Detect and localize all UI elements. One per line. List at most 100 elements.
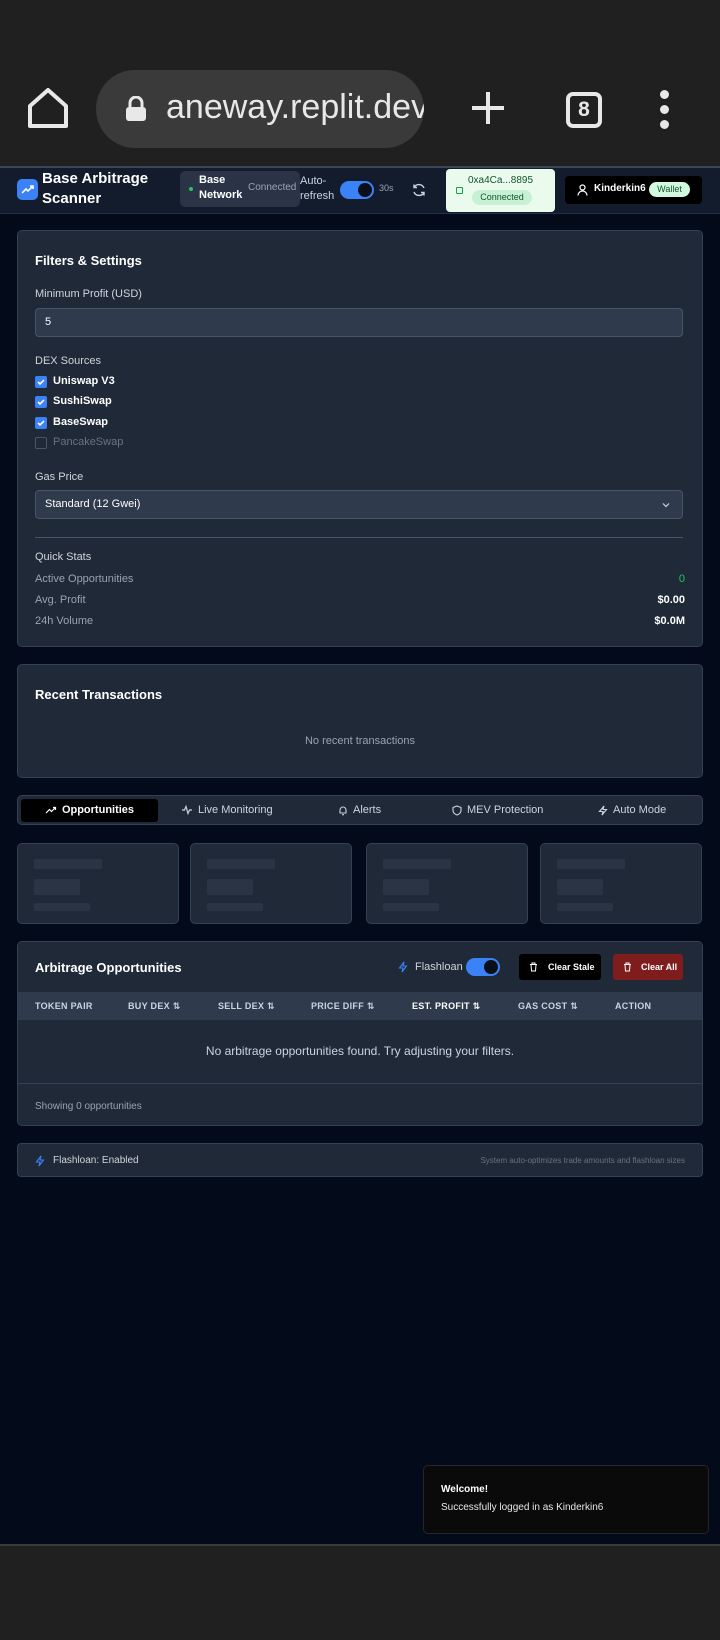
system-navigation-bar [0,1544,720,1640]
wallet-address: 0xa4Ca...8895 [468,175,534,186]
showing-count: Showing 0 opportunities [35,1101,142,1112]
column-token-pair: TOKEN PAIR [35,1001,93,1011]
browser-toolbar: aneway.replit.dev 8 [0,0,720,166]
tab-auto-mode[interactable]: Auto Mode [598,799,666,822]
tab-label: Alerts [353,804,382,816]
min-profit-input[interactable]: 5 [35,308,683,337]
username: Kinderkin6 [594,183,646,194]
clear-stale-button[interactable]: Clear Stale [519,954,601,980]
opportunities-card: Arbitrage Opportunities Flashloan Clear … [17,941,703,1126]
stat-label: Avg. Profit [35,594,86,606]
footer-note: System auto-optimizes trade amounts and … [480,1156,685,1165]
app-header: Base Arbitrage Scanner Base Network Conn… [0,166,720,214]
stat-label: 24h Volume [35,615,94,627]
toast-title: Welcome! [441,1484,489,1495]
column-action: ACTION [615,1001,652,1011]
dex-label: Uniswap V3 [53,375,115,387]
lock-icon [126,96,146,121]
clear-all-button[interactable]: Clear All [613,954,683,980]
gas-price-select[interactable]: Standard (12 Gwei) [35,490,683,519]
flashloan-label: Flashloan [415,961,463,973]
address-bar[interactable]: aneway.replit.dev [96,70,424,148]
network-name: Base Network [199,174,243,201]
auto-refresh-toggle[interactable] [340,181,374,199]
dex-label: SushiSwap [53,395,112,407]
volume-value: $0.0M [654,615,685,627]
toast-message: Successfully logged in as Kinderkin6 [441,1502,604,1513]
zap-icon [398,961,408,973]
quick-stats-title: Quick Stats [35,551,92,563]
dex-label: BaseSwap [53,416,109,428]
opportunities-title: Arbitrage Opportunities [35,960,182,975]
column-buy-dex[interactable]: BUY DEX ⇅ [128,1001,181,1012]
tab-mev-protection[interactable]: MEV Protection [452,799,543,822]
recent-transactions-card: Recent Transactions No recent transactio… [17,664,703,778]
trash-icon [624,962,631,972]
trash-icon [530,962,537,972]
clear-stale-label: Clear Stale [548,962,595,972]
divider [35,537,683,538]
refresh-interval: 30s [379,183,394,193]
tab-bar: Opportunities Live Monitoring Alerts MEV… [17,795,703,825]
clear-all-label: Clear All [641,962,678,972]
avg-profit-value: $0.00 [657,594,685,606]
more-menu-icon[interactable] [656,90,672,130]
gas-price-label: Gas Price [35,471,84,483]
checkbox-checked[interactable] [35,376,47,388]
network-status-pill: Base Network Connected [180,171,300,207]
column-gas-cost[interactable]: GAS COST ⇅ [518,1001,578,1012]
gas-price-value: Standard (12 Gwei) [45,498,141,510]
flashloan-toggle[interactable] [466,958,500,976]
network-status: Connected [248,182,297,193]
column-price-diff[interactable]: PRICE DIFF ⇅ [311,1001,375,1012]
checkbox-unchecked[interactable] [35,437,47,449]
stat-card-skeleton [366,843,528,924]
chevron-down-icon [662,503,670,508]
min-profit-label: Minimum Profit (USD) [35,288,142,300]
zap-icon [598,805,608,815]
tab-label: Opportunities [61,804,135,816]
wallet-icon [456,187,463,194]
user-menu-button[interactable]: Kinderkin6 Wallet [565,176,702,204]
app-title: Base Arbitrage Scanner [42,170,149,207]
empty-state-text: No arbitrage opportunities found. Try ad… [205,1044,515,1058]
refresh-icon[interactable] [411,182,427,198]
recent-empty-text: No recent transactions [304,735,416,747]
home-icon[interactable] [26,86,70,130]
trending-up-icon [45,806,57,814]
user-icon [577,184,588,196]
tab-alerts[interactable]: Alerts [338,799,381,822]
dex-label: PancakeSwap [53,436,124,448]
auto-refresh-label: Auto-refresh [300,175,335,202]
checkbox-checked[interactable] [35,396,47,408]
dex-sources-label: DEX Sources [35,355,102,367]
column-sell-dex[interactable]: SELL DEX ⇅ [218,1001,275,1012]
filters-title: Filters & Settings [35,253,142,268]
tab-label: Live Monitoring [198,804,273,816]
stat-card-skeleton [190,843,352,924]
flashloan-status-bar: Flashloan: Enabled System auto-optimizes… [17,1143,703,1177]
wallet-connection-pill[interactable]: 0xa4Ca...8895 Connected [446,169,555,212]
tab-live-monitoring[interactable]: Live Monitoring [181,799,273,822]
table-empty-row: No arbitrage opportunities found. Try ad… [18,1020,702,1084]
url-text: aneway.replit.dev [166,88,424,126]
welcome-toast[interactable]: Welcome! Successfully logged in as Kinde… [423,1465,709,1534]
stat-label: Active Opportunities [35,573,134,585]
wallet-badge: Wallet [649,182,690,197]
checkbox-checked[interactable] [35,417,47,429]
recent-transactions-title: Recent Transactions [35,687,163,702]
bell-icon [339,806,347,815]
tab-opportunities[interactable]: Opportunities [21,799,158,822]
tab-label: Auto Mode [613,804,667,816]
status-dot [189,187,193,191]
filters-card: Filters & Settings Minimum Profit (USD) … [17,230,703,647]
trending-logo-icon [17,179,38,200]
stat-card-skeleton [540,843,702,924]
column-est-profit[interactable]: EST. PROFIT ⇅ [412,1001,480,1012]
active-opportunities-value: 0 [678,573,685,585]
new-tab-icon[interactable] [470,90,506,126]
tab-switcher-button[interactable]: 8 [566,92,602,128]
wallet-status-badge: Connected [472,190,532,205]
tab-label: MEV Protection [467,804,544,816]
flashloan-status: Flashloan: Enabled [53,1155,139,1166]
